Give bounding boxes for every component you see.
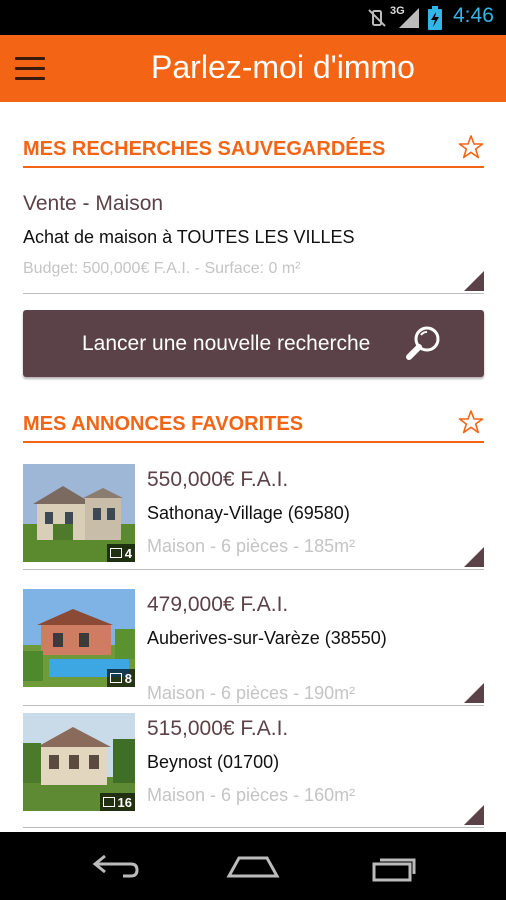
image-icon [109,673,122,683]
saved-search-description: Achat de maison à TOUTES LES VILLES [23,227,355,247]
favorite-listing[interactable]: 16 515,000€ F.A.I. Beynost (01700) Maiso… [23,713,484,828]
corner-indicator-icon [464,805,484,825]
listing-city: Sathonay-Village (69580) [147,503,350,523]
listing-photo: 8 [23,589,135,687]
photo-count-badge: 4 [106,544,135,562]
vibrate-mute-icon [368,9,386,27]
saved-searches-header: MES RECHERCHES SAUVEGARDÉES [23,132,484,168]
listing-details: Maison - 6 pièces - 190m² [147,683,356,703]
saved-search-meta: Budget: 500,000€ F.A.I. - Surface: 0 m² [23,260,301,277]
app-bar: Parlez-moi d'immo [0,35,506,102]
listing-price: 550,000€ F.A.I. [147,468,289,491]
battery-charging-icon [428,6,442,30]
clock: 4:46 [453,4,494,27]
listing-photo: 4 [23,464,135,562]
listing-price: 479,000€ F.A.I. [147,593,289,616]
new-search-label: Lancer une nouvelle recherche [82,332,371,355]
saved-search-type: Vente - Maison [23,192,164,215]
navigation-bar [0,832,506,900]
star-outline-icon[interactable] [458,409,484,435]
status-bar: 3G 4:46 [0,0,506,35]
listing-details: Maison - 6 pièces - 185m² [147,536,356,556]
back-arrow-icon[interactable] [83,846,143,886]
photo-count: 4 [124,545,132,561]
image-icon [109,548,122,558]
home-icon[interactable] [223,846,283,886]
new-search-button[interactable]: Lancer une nouvelle recherche [23,310,484,377]
photo-count: 8 [124,670,132,686]
search-magnifier-icon [406,326,440,360]
favorite-listing[interactable]: 8 479,000€ F.A.I. Auberives-sur-Varèze (… [23,589,484,706]
signal-icon [399,8,419,28]
photo-count-badge: 8 [106,669,135,687]
listing-details: Maison - 6 pièces - 160m² [147,785,356,805]
listing-city: Beynost (01700) [147,752,280,772]
favorites-header: MES ANNONCES FAVORITES [23,407,484,443]
recent-apps-icon[interactable] [364,846,424,886]
photo-count-badge: 16 [99,793,135,811]
app-title: Parlez-moi d'immo [151,49,415,85]
corner-indicator-icon [464,547,484,567]
photo-count: 16 [117,794,132,810]
main-content: MES RECHERCHES SAUVEGARDÉES Vente - Mais… [0,102,506,832]
image-icon [102,797,115,807]
corner-indicator-icon [464,271,484,291]
saved-search-item[interactable]: Vente - Maison Achat de maison à TOUTES … [23,182,484,294]
listing-price: 515,000€ F.A.I. [147,717,289,740]
favorite-listing[interactable]: 4 550,000€ F.A.I. Sathonay-Village (6958… [23,464,484,570]
star-outline-icon[interactable] [458,134,484,160]
listing-city: Auberives-sur-Varèze (38550) [147,628,387,648]
favorites-title: MES ANNONCES FAVORITES [23,413,304,435]
listing-photo: 16 [23,713,135,811]
saved-searches-title: MES RECHERCHES SAUVEGARDÉES [23,138,386,160]
corner-indicator-icon [464,683,484,703]
hamburger-menu-icon[interactable] [15,55,47,83]
